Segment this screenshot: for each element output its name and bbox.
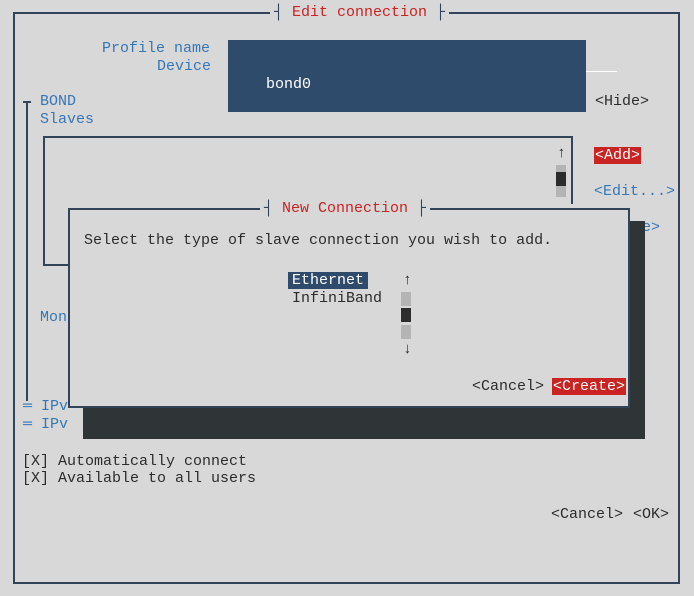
modal-create-button[interactable]: <Create> (552, 378, 626, 396)
outer-ok-button[interactable]: <OK> (633, 506, 669, 524)
scroll-up-arrow[interactable]: ↑ (557, 145, 566, 163)
new-connection-modal: ┤ New Connection ├ Select the type of sl… (68, 208, 630, 408)
option-infiniband[interactable]: InfiniBand (292, 290, 382, 308)
modal-scroll-down[interactable]: ↓ (403, 341, 412, 359)
device-value: bond0 (266, 76, 311, 93)
modal-title-wrap: ┤ New Connection ├ (260, 200, 430, 218)
ipv-row-1: ═ IPv (23, 398, 68, 416)
modal-scroll-track-1[interactable] (401, 292, 411, 306)
slaves-label: Slaves (40, 111, 94, 129)
modal-cancel-button[interactable]: <Cancel> (472, 378, 544, 396)
edit-button[interactable]: <Edit...> (594, 183, 675, 201)
device-label-row: Device (157, 58, 211, 76)
auto-connect-checkbox[interactable]: [X] Automatically connect (22, 453, 247, 471)
scroll-thumb[interactable] (556, 172, 566, 186)
modal-scroll-thumb[interactable] (401, 308, 411, 322)
window-title-wrap: ┤ Edit connection ├ (270, 4, 449, 22)
profile-name-label: Profile name (102, 40, 210, 57)
option-ethernet[interactable]: Ethernet (288, 272, 368, 290)
device-label: Device (157, 58, 211, 75)
modal-title: New Connection (282, 200, 408, 217)
modal-prompt: Select the type of slave connection you … (84, 232, 552, 250)
outer-cancel-button[interactable]: <Cancel> (551, 506, 623, 524)
bond-heading: BOND (40, 93, 76, 111)
all-users-checkbox[interactable]: [X] Available to all users (22, 470, 256, 488)
hide-button[interactable]: <Hide> (595, 93, 649, 111)
profile-name-row: Profile name (102, 40, 210, 58)
modal-scroll-track-2[interactable] (401, 325, 411, 339)
device-input[interactable]: bond0 (228, 58, 586, 112)
ipv-row-2: ═ IPv (23, 416, 68, 434)
add-button[interactable]: <Add> (594, 147, 641, 165)
mon-fragment: Mon (40, 309, 67, 327)
window-title: Edit connection (292, 4, 427, 21)
modal-scroll-up[interactable]: ↑ (403, 272, 412, 290)
